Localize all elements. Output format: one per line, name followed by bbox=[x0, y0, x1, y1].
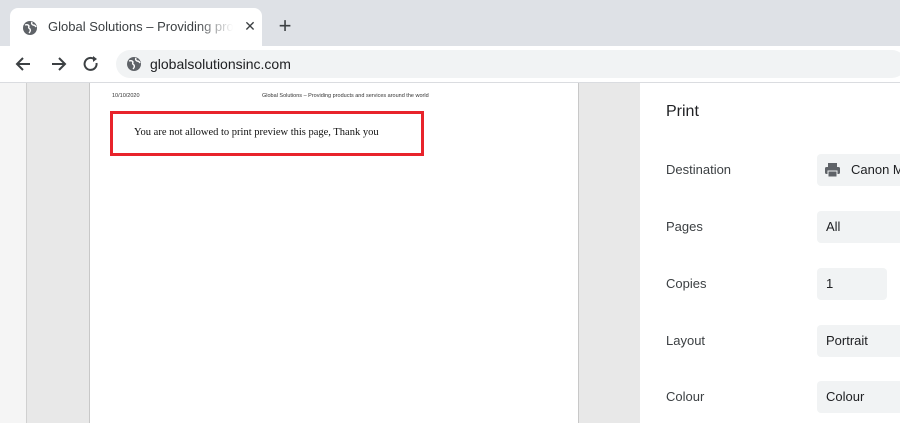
print-panel-title: Print bbox=[666, 103, 699, 120]
colour-label: Colour bbox=[666, 389, 705, 404]
page-header-date: 10/10/2020 bbox=[112, 93, 140, 99]
tab-close-icon[interactable]: ✕ bbox=[242, 18, 258, 34]
address-bar[interactable]: globalsolutionsinc.com bbox=[116, 50, 900, 78]
copies-input[interactable]: 1 bbox=[817, 268, 887, 300]
browser-toolbar: globalsolutionsinc.com bbox=[0, 46, 900, 83]
preview-page: 10/10/2020 Global Solutions – Providing … bbox=[89, 83, 579, 423]
copies-label: Copies bbox=[666, 276, 707, 291]
copies-value: 1 bbox=[826, 276, 834, 291]
destination-select[interactable]: Canon M bbox=[817, 154, 900, 186]
printer-icon bbox=[825, 163, 840, 178]
forward-arrow-icon[interactable] bbox=[48, 54, 68, 74]
browser-tab[interactable]: Global Solutions – Providing prod ✕ bbox=[10, 8, 262, 46]
pages-value: All bbox=[826, 219, 841, 234]
blocked-preview-message: You are not allowed to print preview thi… bbox=[134, 127, 379, 138]
tab-strip: Global Solutions – Providing prod ✕ + bbox=[0, 0, 900, 46]
colour-value: Colour bbox=[826, 389, 865, 404]
pages-select[interactable]: All bbox=[817, 211, 900, 243]
destination-label: Destination bbox=[666, 162, 732, 177]
page-header-title: Global Solutions – Providing products an… bbox=[262, 93, 429, 99]
new-tab-button[interactable]: + bbox=[275, 15, 295, 37]
colour-select[interactable]: Colour bbox=[817, 381, 900, 413]
destination-value: Canon M bbox=[851, 162, 900, 177]
reload-icon[interactable] bbox=[81, 54, 101, 74]
site-info-globe-icon[interactable] bbox=[126, 56, 142, 72]
back-arrow-icon[interactable] bbox=[14, 54, 34, 74]
tab-title: Global Solutions – Providing prod bbox=[48, 19, 233, 34]
print-settings-panel: Print Destination Canon M Pages All Copi… bbox=[640, 83, 900, 423]
layout-value: Portrait bbox=[826, 333, 868, 348]
globe-icon bbox=[23, 21, 37, 35]
layout-select[interactable]: Portrait bbox=[817, 325, 900, 357]
layout-label: Layout bbox=[666, 333, 706, 348]
pages-label: Pages bbox=[666, 219, 703, 234]
preview-left-margin bbox=[0, 83, 27, 423]
url-text[interactable]: globalsolutionsinc.com bbox=[150, 55, 291, 73]
